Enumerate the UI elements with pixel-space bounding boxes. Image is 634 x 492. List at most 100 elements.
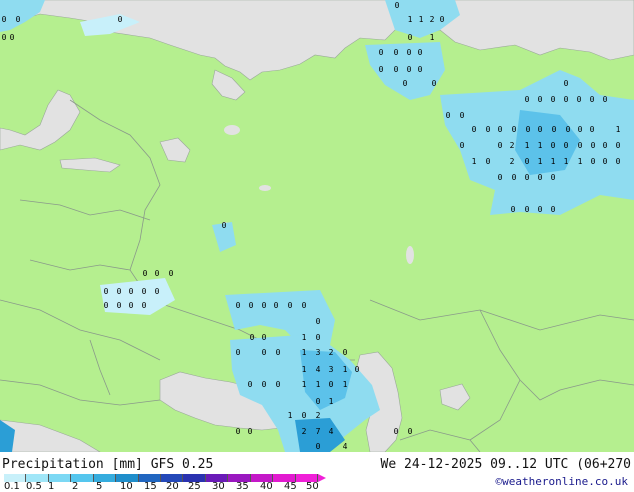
precip-value-label: 1: [616, 125, 621, 134]
scale-tick-label: 50: [306, 481, 319, 492]
precip-value-label: 0: [472, 125, 477, 134]
precip-value-label: 1: [538, 141, 543, 150]
precip-value-label: 0: [512, 173, 517, 182]
precip-value-label: 0: [403, 79, 408, 88]
precip-value-label: 0: [302, 301, 307, 310]
precip-value-label: 0: [525, 157, 530, 166]
precip-value-label: 0: [564, 141, 569, 150]
precip-value-label: 0: [551, 205, 556, 214]
credit-link[interactable]: ©weatheronline.co.uk: [496, 475, 628, 488]
precip-value-label: 0: [590, 95, 595, 104]
precip-value-label: 1: [525, 141, 530, 150]
precip-value-label: 0: [129, 287, 134, 296]
precip-value-label: 0: [418, 48, 423, 57]
precip-value-label: 0: [526, 125, 531, 134]
precip-value-label: 0: [616, 157, 621, 166]
precip-value-label: 0: [486, 157, 491, 166]
precip-value-label: 0: [590, 125, 595, 134]
precip-value-label: 2: [316, 411, 321, 420]
precip-value-label: 0: [236, 427, 241, 436]
precip-value-label: 0: [577, 95, 582, 104]
precip-value-label: 0: [407, 48, 412, 57]
precip-value-label: 1: [419, 15, 424, 24]
scale-tick-label: 0.1: [4, 481, 20, 492]
scale-tick-label: 25: [188, 481, 201, 492]
precip-value-label: 0: [564, 95, 569, 104]
precip-value-label: 2: [510, 157, 515, 166]
precip-value-label: 0: [538, 173, 543, 182]
precip-value-label: 2: [510, 141, 515, 150]
precipitation-map: 0000001120010000000000000000000000000000…: [0, 0, 634, 452]
precip-value-label: 0: [104, 287, 109, 296]
precip-value-label: 0: [316, 333, 321, 342]
precip-value-label: 0: [440, 15, 445, 24]
precip-value-label: 1: [288, 411, 293, 420]
precip-value-label: 0: [2, 33, 7, 42]
precip-value-label: 0: [578, 141, 583, 150]
scale-tick-label: 35: [236, 481, 249, 492]
precip-value-label: 0: [498, 141, 503, 150]
precip-value-label: 0: [408, 427, 413, 436]
precip-value-label: 0: [274, 301, 279, 310]
precip-value-label: 0: [262, 380, 267, 389]
scale-tick-label: 15: [144, 481, 157, 492]
precip-value-label: 0: [498, 173, 503, 182]
scale-tick-label: 20: [166, 481, 179, 492]
precip-value-label: 0: [379, 65, 384, 74]
map-canvas: 0 00 0001 1 2 00 10 0 0 00 0 0 0000 000 0 0 0 0 0 000 0 0 0 0 0 0…: [0, 0, 634, 452]
precip-value-label: 0: [511, 205, 516, 214]
scale-tick-label: 0.5: [26, 481, 42, 492]
precip-value-label: 0: [316, 397, 321, 406]
precip-value-label: 0: [117, 287, 122, 296]
precip-value-label: 0: [2, 15, 7, 24]
precip-value-label: 2: [302, 427, 307, 436]
precip-value-label: 0: [249, 301, 254, 310]
precip-value-label: 0: [395, 1, 400, 10]
precip-value-label: 0: [551, 173, 556, 182]
precip-value-label: 0: [222, 221, 227, 230]
precip-value-label: 3: [316, 348, 321, 357]
scale-tick-label: 30: [212, 481, 225, 492]
map-title: Precipitation [mm] GFS 0.25: [2, 457, 214, 472]
precip-value-label: 0: [525, 205, 530, 214]
precip-value-label: 0: [316, 317, 321, 326]
footer: Precipitation [mm] GFS 0.25 We 24-12-202…: [0, 452, 634, 492]
precip-value-label: 0: [564, 79, 569, 88]
scale-tick-label: 1: [48, 481, 55, 492]
precip-value-label: 0: [276, 348, 281, 357]
precip-value-label: 0: [603, 95, 608, 104]
precip-value-label: 0: [236, 348, 241, 357]
precip-value-label: 1: [472, 157, 477, 166]
precip-value-label: 0: [10, 33, 15, 42]
scale-arrow: [318, 474, 326, 482]
precip-value-label: 0: [432, 79, 437, 88]
scale-tick-label: 2: [72, 481, 79, 492]
precip-value-label: 1: [343, 380, 348, 389]
precip-value-label: 0: [552, 125, 557, 134]
precip-value-label: 0: [236, 301, 241, 310]
precip-value-label: 0: [262, 333, 267, 342]
precip-value-label: 1: [408, 15, 413, 24]
precip-value-label: 0: [355, 365, 360, 374]
precip-value-label: 0: [379, 48, 384, 57]
precip-value-label: 4: [329, 427, 334, 436]
precip-value-label: 0: [394, 48, 399, 57]
scale-tick-label: 45: [284, 481, 297, 492]
precip-value-label: 0: [248, 380, 253, 389]
precip-value-label: 0: [288, 301, 293, 310]
precip-value-label: 0: [407, 65, 412, 74]
precip-value-label: 0: [551, 141, 556, 150]
precip-value-label: 0: [616, 141, 621, 150]
precip-value-label: 0: [262, 348, 267, 357]
precip-value-label: 0: [142, 287, 147, 296]
precip-value-label: 1: [551, 157, 556, 166]
precip-value-label: 0: [578, 125, 583, 134]
precip-value-label: 0: [316, 442, 321, 451]
precip-value-label: 1: [578, 157, 583, 166]
precip-value-label: 0: [302, 411, 307, 420]
precip-value-label: 0: [418, 65, 423, 74]
precip-value-label: 1: [302, 380, 307, 389]
precip-value-label: 0: [460, 111, 465, 120]
precip-value-label: 4: [343, 442, 348, 451]
scale-tick-label: 40: [260, 481, 273, 492]
